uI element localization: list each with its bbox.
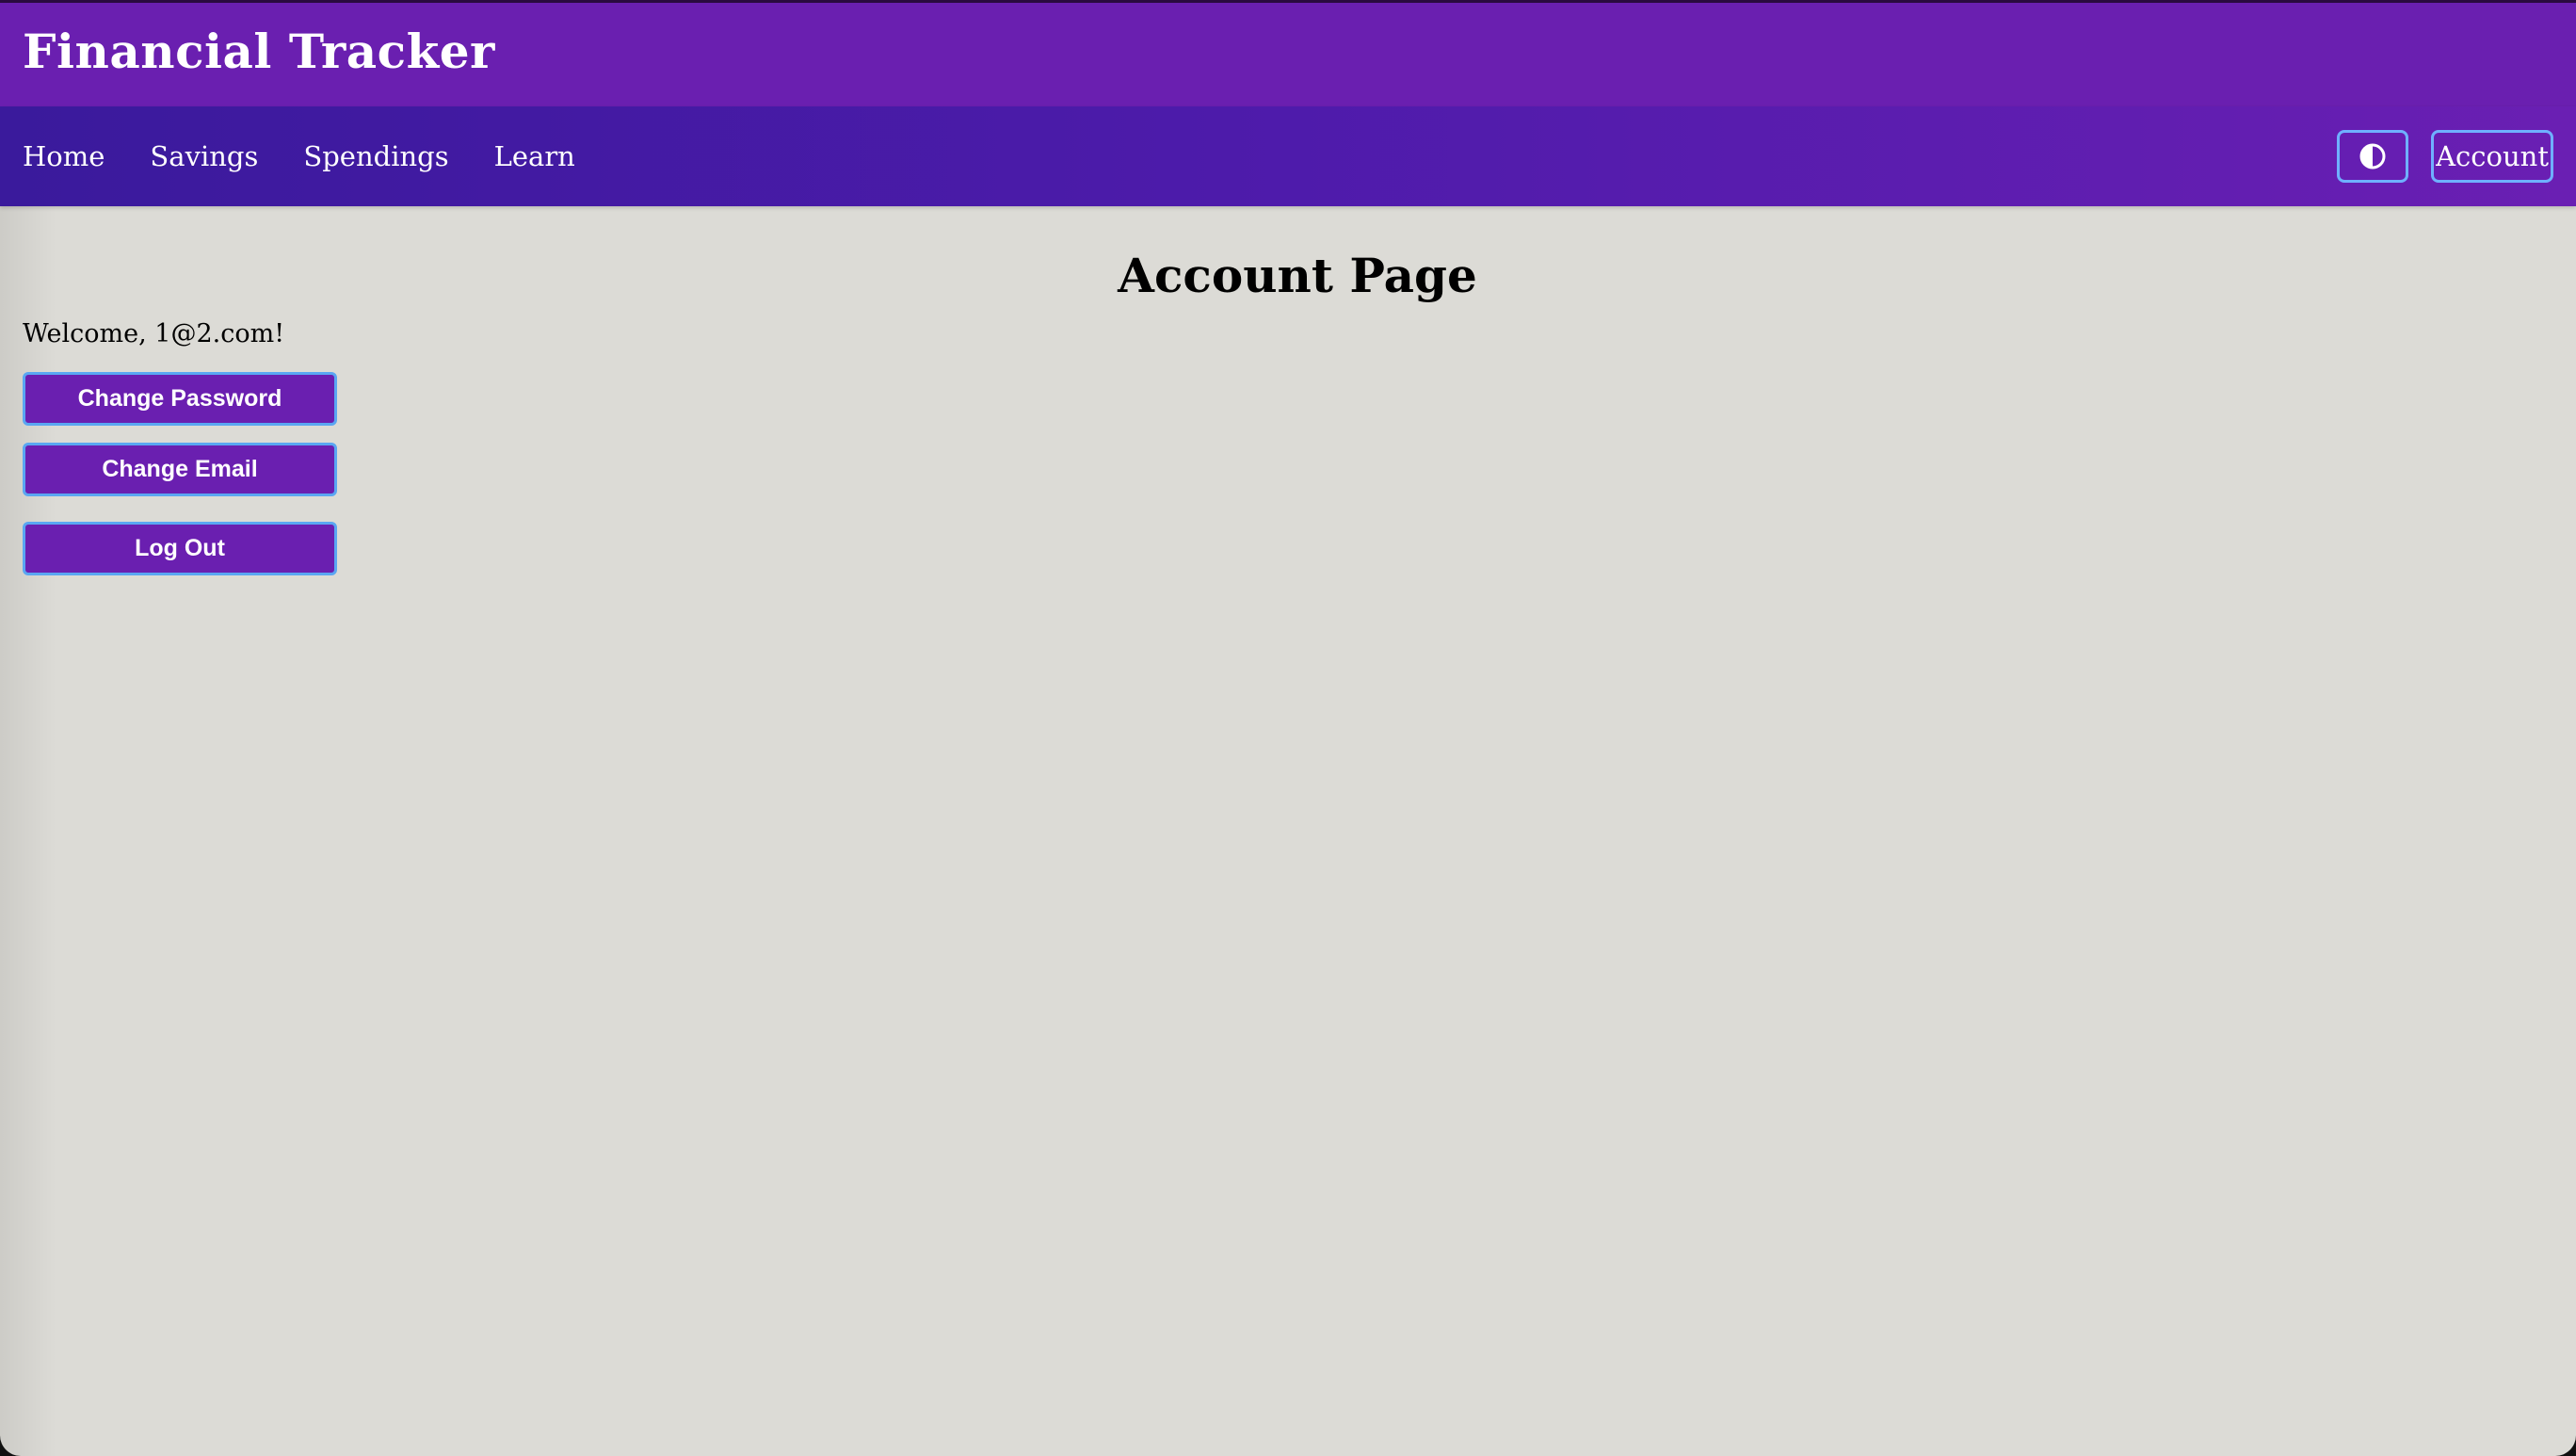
nav-right: Account bbox=[2337, 106, 2553, 206]
half-circle-contrast-icon bbox=[2359, 143, 2386, 170]
nav-link-home[interactable]: Home bbox=[23, 140, 105, 172]
nav-link-learn[interactable]: Learn bbox=[494, 140, 575, 172]
nav-bar: Home Savings Spendings Learn Account bbox=[0, 106, 2576, 206]
log-out-button[interactable]: Log Out bbox=[23, 522, 337, 575]
app-title: Financial Tracker bbox=[23, 24, 495, 79]
app-header: Financial Tracker bbox=[0, 0, 2576, 106]
theme-toggle-button[interactable] bbox=[2337, 130, 2409, 183]
change-password-button[interactable]: Change Password bbox=[23, 372, 337, 426]
welcome-message: Welcome, 1@2.com! bbox=[23, 319, 285, 348]
nav-link-spendings[interactable]: Spendings bbox=[303, 140, 448, 172]
change-email-button[interactable]: Change Email bbox=[23, 443, 337, 496]
account-button[interactable]: Account bbox=[2431, 130, 2553, 183]
nav-links: Home Savings Spendings Learn bbox=[23, 106, 575, 206]
page-title: Account Page bbox=[1118, 248, 1477, 303]
nav-link-savings[interactable]: Savings bbox=[150, 140, 258, 172]
app-window: Financial Tracker Home Savings Spendings… bbox=[0, 0, 2576, 1456]
